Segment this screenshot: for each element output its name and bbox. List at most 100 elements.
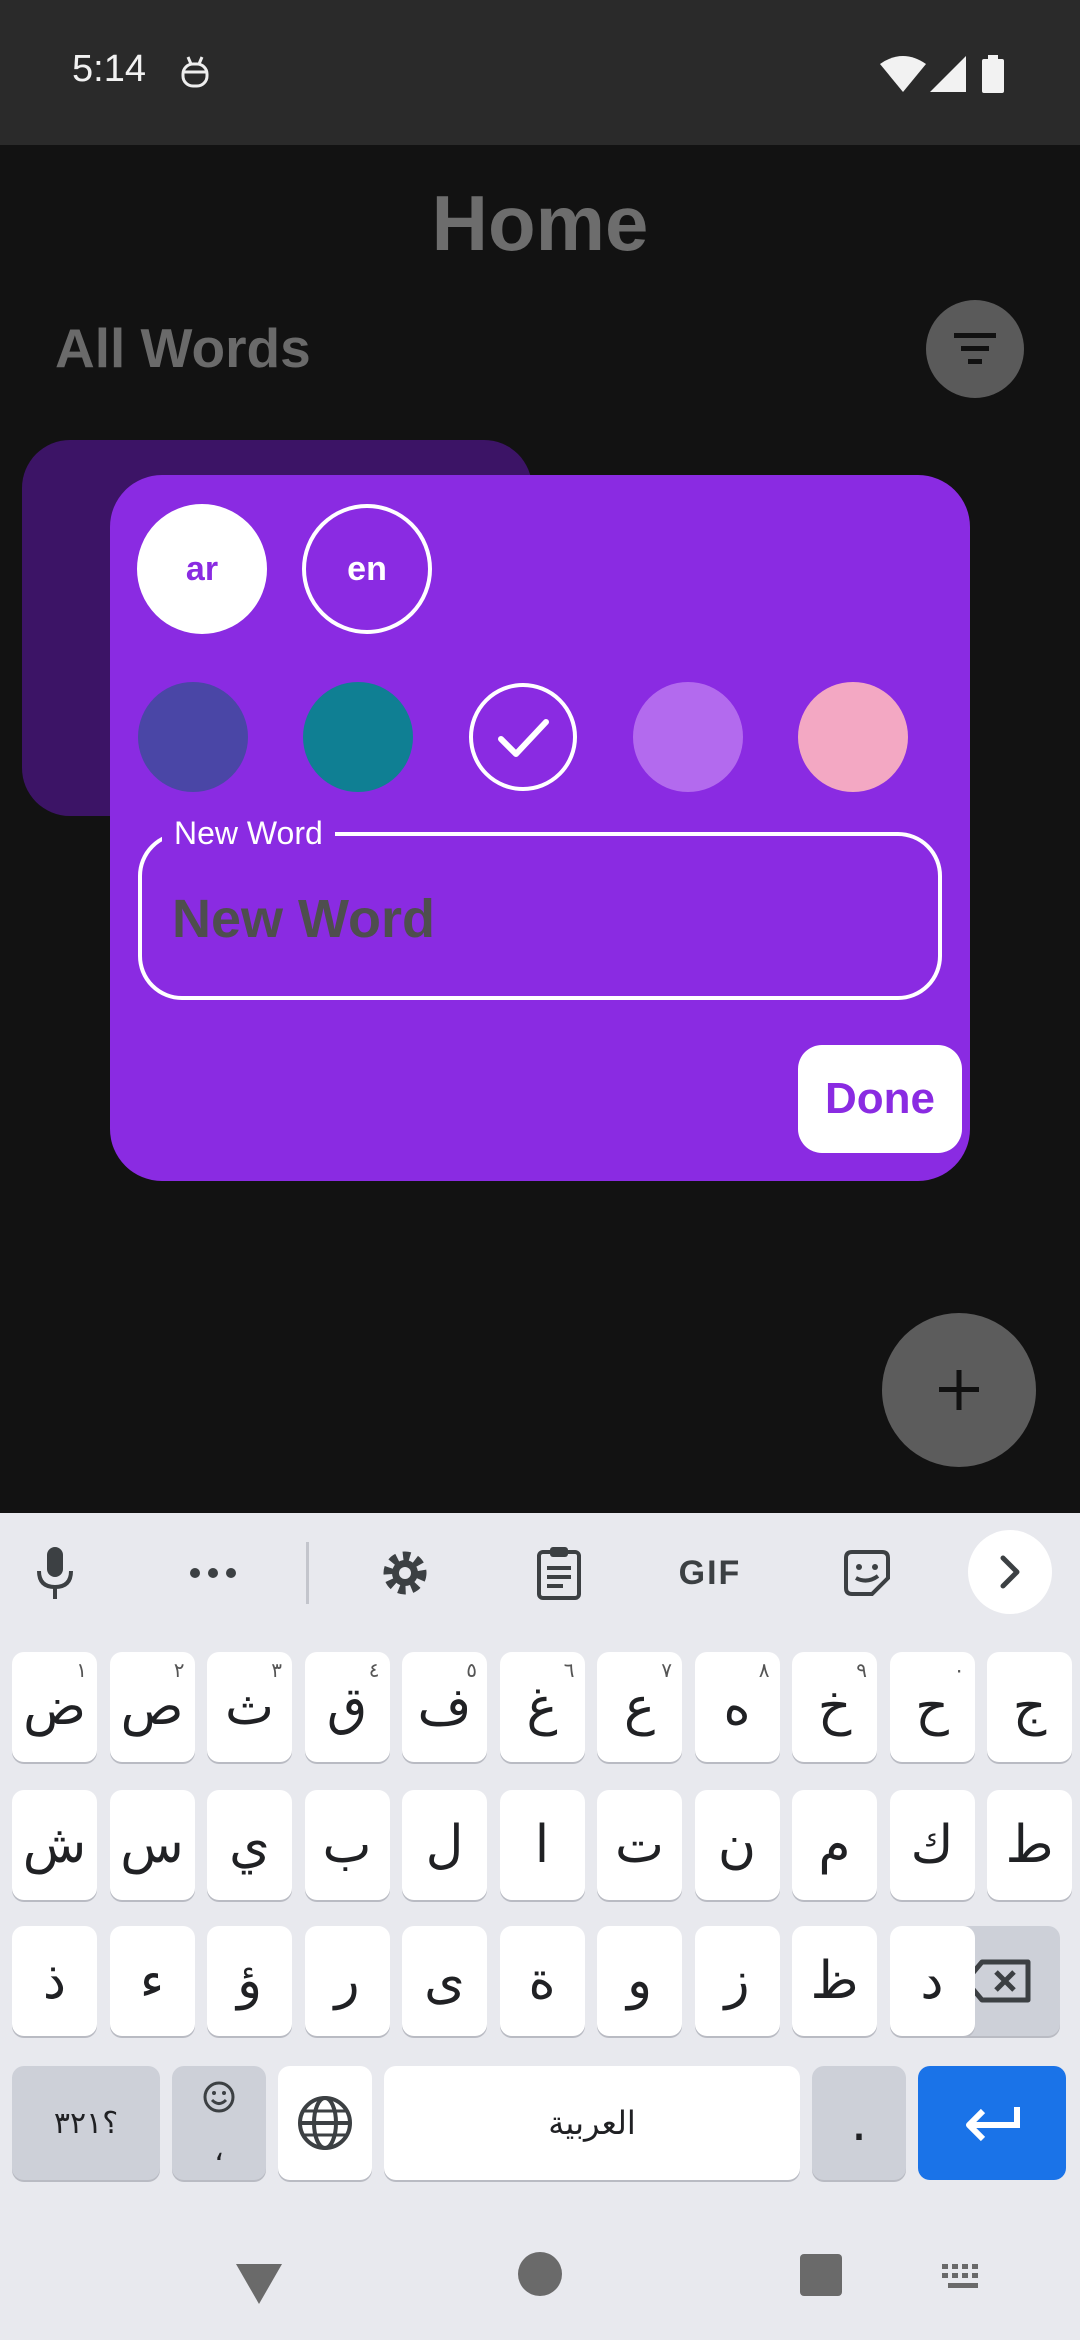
key[interactable]: ل [402,1790,487,1900]
color-swatch-teal[interactable] [303,682,413,792]
color-swatch-purple-selected[interactable] [468,682,578,792]
color-swatch-pink[interactable] [798,682,908,792]
key[interactable]: ؤ [207,1926,292,2036]
new-word-input[interactable] [172,888,892,950]
enter-key[interactable] [918,2066,1066,2180]
key-hint: ٣ [271,1658,282,1682]
add-word-fab[interactable] [882,1313,1036,1467]
filter-button[interactable] [926,300,1024,398]
key[interactable]: س [109,1790,195,1900]
key-label: ث [225,1677,274,1737]
key-label: ة [528,1951,556,2011]
space-key[interactable]: العربية [384,2066,800,2180]
mic-button[interactable] [22,1540,88,1606]
key[interactable]: ب [304,1790,390,1900]
key[interactable]: ء [109,1926,195,2036]
more-button[interactable] [178,1540,248,1606]
key-label: خ [817,1677,852,1737]
toolbar-divider [306,1542,309,1604]
key[interactable]: ت [597,1790,682,1900]
key[interactable]: خ٩ [792,1652,877,1762]
key-label: ص [120,1677,184,1737]
period-key[interactable]: . [812,2066,906,2180]
key-label: ض [23,1677,86,1737]
nav-home-button[interactable] [518,2252,562,2296]
key[interactable]: م [792,1790,877,1900]
key-label: ب [322,1815,372,1875]
key-label: ا [534,1815,550,1875]
key[interactable]: ع٧ [597,1652,682,1762]
key-hint: ٩ [856,1658,867,1682]
sticker-icon [844,1550,890,1596]
nav-recents-button[interactable] [800,2254,842,2296]
key[interactable]: ة [499,1926,585,2036]
key-label: ؤ [236,1951,263,2011]
language-switch-key[interactable] [278,2066,372,2180]
keyboard-switch-button[interactable] [940,2262,986,2297]
key-hint: ٧ [661,1658,672,1682]
key[interactable]: ف٥ [402,1652,487,1762]
key-hint: ١ [76,1658,87,1682]
language-option-ar[interactable]: ar [137,504,267,634]
period-label: . [850,2093,868,2153]
done-button[interactable]: Done [798,1045,962,1153]
language-option-en[interactable]: en [302,504,432,634]
emoji-comma-key[interactable]: ، [172,2066,266,2180]
key-label: ذ [42,1951,67,2011]
key-label: ى [424,1951,465,2011]
symbols-key[interactable]: ؟٣٢١ [12,2066,160,2180]
key[interactable]: ظ [792,1926,877,2036]
key[interactable]: ح٠ [889,1652,975,1762]
color-swatch-indigo[interactable] [138,682,248,792]
key[interactable]: د [889,1926,975,2036]
key[interactable]: ذ [12,1926,97,2036]
key-label: ظ [810,1951,859,2011]
back-triangle-icon [236,2264,282,2304]
key-label: ح [915,1677,949,1737]
debug-robot-icon [180,54,210,92]
mic-icon [37,1547,73,1599]
color-swatch-lavender[interactable] [633,682,743,792]
key[interactable]: ش [12,1790,97,1900]
key[interactable]: ج [987,1652,1072,1762]
key[interactable]: ص٢ [109,1652,195,1762]
key-label: ز [724,1951,750,2011]
gif-button[interactable]: GIF [670,1540,750,1606]
key-label: ك [910,1815,954,1875]
keyboard-icon [942,2264,978,2288]
globe-icon [298,2096,352,2150]
key[interactable]: ض١ [12,1652,97,1762]
key-hint: ٢ [173,1658,185,1682]
key-label: و [626,1951,653,2011]
page-title: Home [431,179,649,267]
key-label: ج [1012,1677,1047,1737]
key[interactable]: ن [694,1790,780,1900]
key-label: ي [229,1815,270,1875]
key[interactable]: ز [694,1926,780,2036]
key[interactable]: ى [402,1926,487,2036]
battery-icon [982,55,1004,98]
key[interactable]: غ٦ [499,1652,585,1762]
key[interactable]: ث٣ [207,1652,292,1762]
key[interactable]: ر [304,1926,390,2036]
emoji-icon [203,2081,235,2113]
chevron-right-icon [1000,1555,1020,1589]
key-hint: ٦ [563,1658,575,1682]
key[interactable]: ك [889,1790,975,1900]
key[interactable]: و [597,1926,682,2036]
key-label: ه [723,1677,751,1737]
key-label: ء [139,1951,165,2011]
key[interactable]: ط [987,1790,1072,1900]
key[interactable]: ق٤ [304,1652,390,1762]
clipboard-button[interactable] [526,1540,592,1606]
new-word-field-label: New Word [162,815,335,852]
nav-back-button[interactable] [234,2262,284,2311]
settings-button[interactable] [372,1540,438,1606]
key[interactable]: ا [499,1790,585,1900]
expand-toolbar-button[interactable] [968,1530,1052,1614]
plus-icon [939,1370,979,1410]
sticker-button[interactable] [834,1540,900,1606]
key[interactable]: ي [207,1790,292,1900]
key-label: ر [334,1951,360,2011]
key[interactable]: ه٨ [694,1652,780,1762]
